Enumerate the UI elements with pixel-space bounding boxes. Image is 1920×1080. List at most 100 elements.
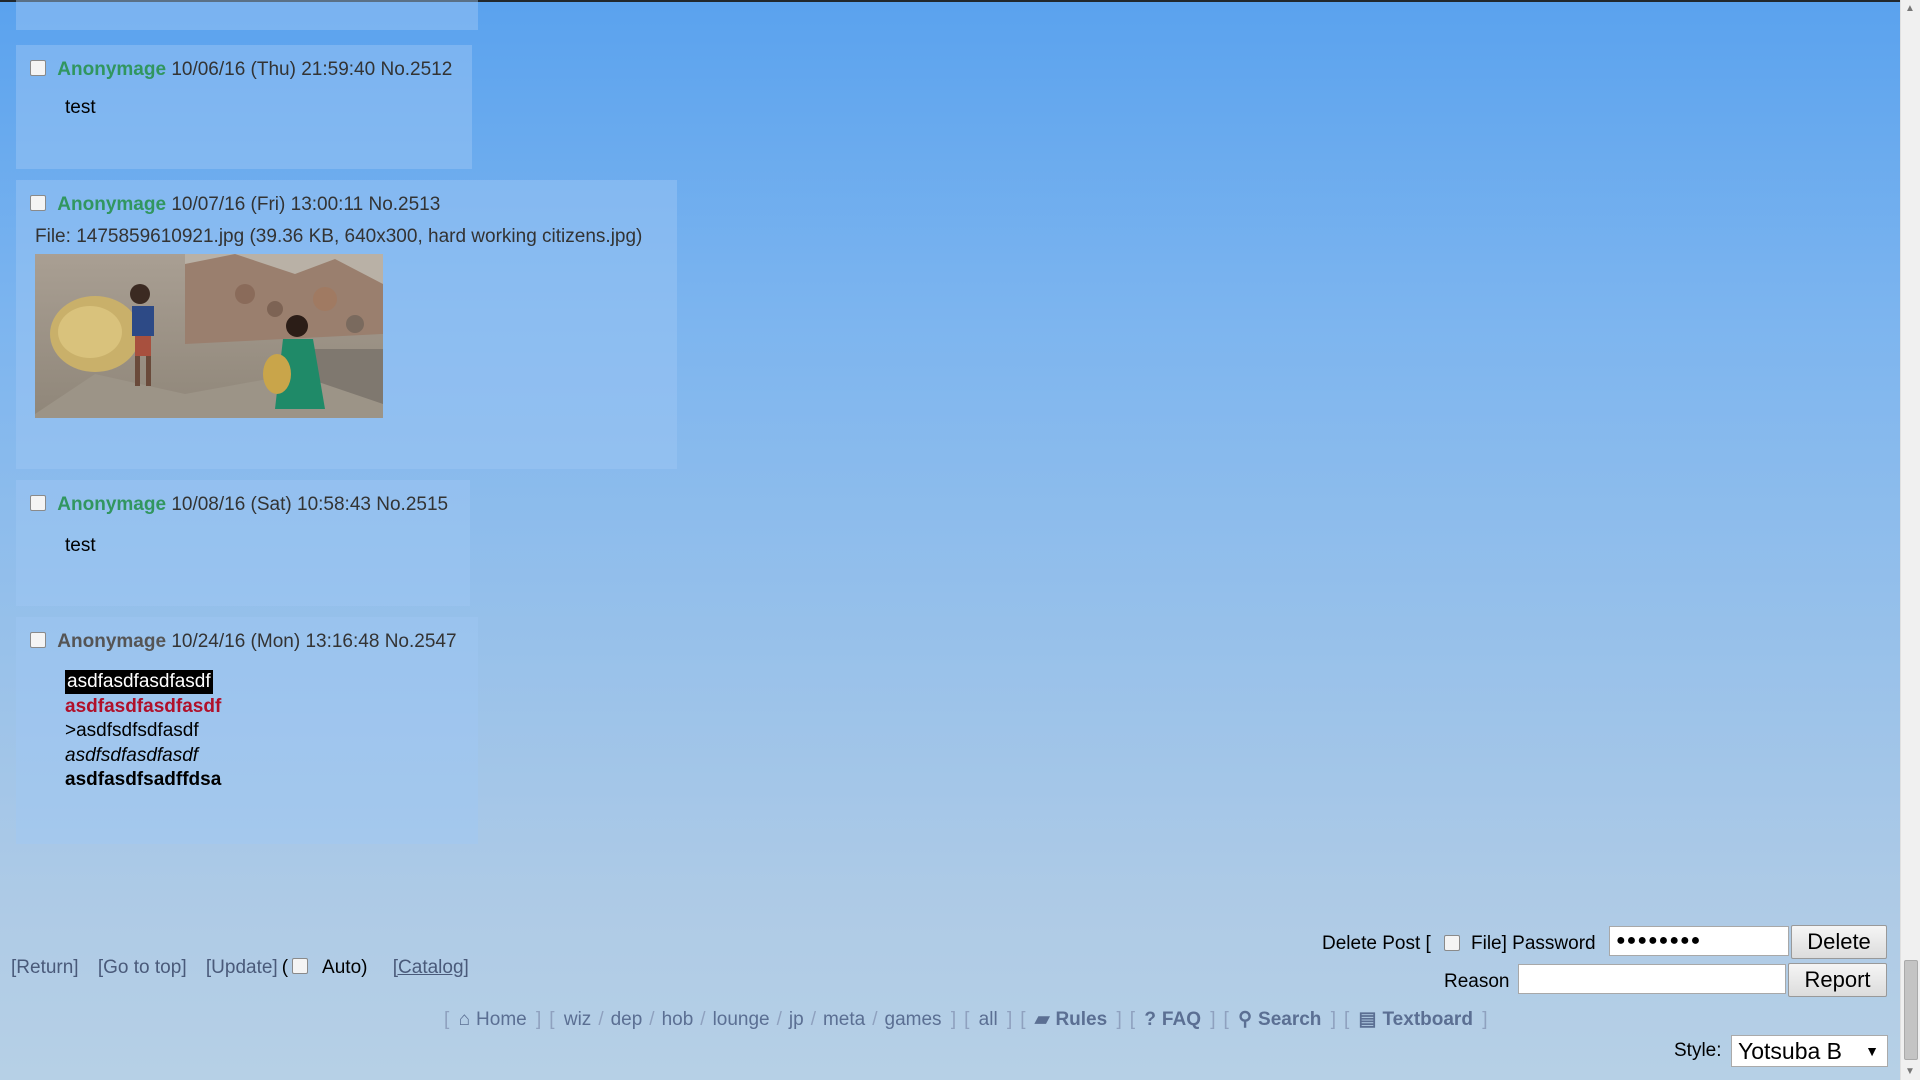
post-number-link[interactable]: No.2512	[380, 59, 452, 80]
post-body: test	[65, 97, 96, 118]
book-icon: ▰	[1034, 1009, 1050, 1030]
separator: /	[598, 1009, 604, 1030]
post-select-checkbox[interactable]	[30, 495, 46, 511]
bracket: [	[1020, 1009, 1026, 1030]
bracket: [	[1223, 1009, 1229, 1030]
italic-text-line: asdfsdfasdfasdf	[65, 744, 199, 766]
style-select[interactable]: Yotsuba B ▼	[1731, 1035, 1888, 1067]
board-link-games[interactable]: games	[885, 1009, 942, 1030]
reason-input[interactable]	[1518, 964, 1786, 994]
file-name-link[interactable]: 1475859610921.jpg	[76, 226, 244, 247]
poster-name: Anonymage	[57, 631, 167, 652]
greentext-line: >asdfsdfsdfasdf	[65, 720, 199, 741]
question-icon: ?	[1144, 1009, 1156, 1030]
post-body: asdfasdfasdfasdf asdfasdfasdfasdf >asdfs…	[65, 670, 221, 793]
separator: /	[649, 1009, 655, 1030]
delete-button[interactable]: Delete	[1791, 925, 1887, 959]
style-select-value: Yotsuba B	[1738, 1038, 1843, 1064]
bracket: [	[444, 1009, 450, 1030]
file-meta: (39.36 KB, 640x300, hard working citizen…	[249, 226, 643, 247]
chevron-down-icon: ▼	[1865, 1043, 1879, 1059]
rules-link[interactable]: Rules	[1055, 1009, 1107, 1030]
board-link-jp[interactable]: jp	[789, 1009, 804, 1030]
file-only-checkbox[interactable]	[1444, 935, 1460, 951]
post-header: Anonymage 10/08/16 (Sat) 10:58:43 No.251…	[30, 494, 448, 516]
spoiler-text[interactable]: asdfasdfasdfasdf	[65, 670, 213, 694]
password-input[interactable]: ●●●●●●●●	[1609, 926, 1789, 956]
bracket: ]	[950, 1009, 957, 1030]
bracket: ]	[1482, 1009, 1488, 1030]
delete-post-label: Delete Post [	[1322, 933, 1431, 954]
bracket: [	[1129, 1009, 1136, 1030]
post-datetime: 10/07/16 (Fri) 13:00:11	[171, 194, 364, 215]
textboard-link[interactable]: Textboard	[1382, 1009, 1472, 1030]
post-number-link[interactable]: No.2513	[368, 194, 440, 215]
previous-post-tail	[16, 0, 478, 30]
board-navigation: [ ⌂ Home ] [ wiz / dep / hob / lounge / jp / meta / ga…	[440, 1008, 1491, 1031]
report-button[interactable]: Report	[1788, 963, 1887, 997]
go-to-top-link[interactable]: [Go to top]	[98, 957, 187, 978]
document-icon: ▤	[1358, 1009, 1377, 1030]
post-number-link[interactable]: No.2547	[385, 631, 457, 652]
post-header: Anonymage 10/07/16 (Fri) 13:00:11 No.251…	[30, 194, 440, 216]
faq-link[interactable]: FAQ	[1162, 1009, 1201, 1030]
scrollbar-thumb[interactable]	[1904, 960, 1918, 1060]
separator: /	[810, 1009, 816, 1030]
post-body: test	[65, 535, 96, 556]
photo-children-carrying-sacks	[35, 254, 383, 418]
password-label: File] Password	[1471, 933, 1596, 954]
post-2512: Anonymage 10/06/16 (Thu) 21:59:40 No.251…	[16, 45, 472, 169]
board-link-all[interactable]: all	[979, 1009, 998, 1030]
auto-paren: (	[281, 957, 289, 978]
post-image-thumbnail[interactable]	[35, 254, 383, 418]
auto-label: Auto)	[322, 957, 368, 978]
update-link[interactable]: [Update]	[206, 957, 278, 978]
bracket: [	[964, 1009, 970, 1030]
post-select-checkbox[interactable]	[30, 60, 46, 76]
post-header: Anonymage 10/24/16 (Mon) 13:16:48 No.254…	[30, 631, 457, 653]
post-header: Anonymage 10/06/16 (Thu) 21:59:40 No.251…	[30, 59, 452, 81]
catalog-link[interactable]: [Catalog]	[393, 957, 469, 978]
poster-name: Anonymage	[57, 59, 167, 80]
post-datetime: 10/06/16 (Thu) 21:59:40	[171, 59, 376, 80]
poster-name: Anonymage	[57, 494, 167, 515]
page-scrollbar[interactable]: ▲ ▼	[1900, 0, 1920, 1080]
return-link[interactable]: [Return]	[11, 957, 79, 978]
post-select-checkbox[interactable]	[30, 195, 46, 211]
file-info: File: 1475859610921.jpg (39.36 KB, 640x3…	[35, 226, 642, 248]
board-link-meta[interactable]: meta	[823, 1009, 865, 1030]
bracket: [	[549, 1009, 555, 1030]
bracket: ]	[1116, 1009, 1122, 1030]
bracket: ]	[1006, 1009, 1013, 1030]
bracket: ]	[1210, 1009, 1216, 1030]
reason-label: Reason	[1444, 971, 1510, 992]
home-icon: ⌂	[458, 1009, 471, 1030]
red-text-line: asdfasdfasdfasdf	[65, 695, 222, 717]
separator: /	[776, 1009, 782, 1030]
thread-links: [Return] [Go to top] [Update]( Auto) [Cat…	[11, 957, 483, 979]
post-number-link[interactable]: No.2515	[376, 494, 448, 515]
post-select-checkbox[interactable]	[30, 632, 46, 648]
poster-name: Anonymage	[57, 194, 167, 215]
bracket: [	[1343, 1009, 1350, 1030]
file-label: File:	[35, 226, 71, 247]
post-datetime: 10/24/16 (Mon) 13:16:48	[171, 631, 380, 652]
board-link-hob[interactable]: hob	[662, 1009, 694, 1030]
auto-update-checkbox[interactable]	[292, 958, 309, 974]
board-link-dep[interactable]: dep	[611, 1009, 643, 1030]
scroll-down-arrow-icon[interactable]: ▼	[1905, 1066, 1915, 1077]
post-2547: Anonymage 10/24/16 (Mon) 13:16:48 No.254…	[16, 617, 478, 844]
separator: /	[700, 1009, 706, 1030]
post-datetime: 10/08/16 (Sat) 10:58:43	[171, 494, 371, 515]
search-link[interactable]: Search	[1258, 1009, 1321, 1030]
style-label: Style:	[1674, 1040, 1722, 1061]
board-link-lounge[interactable]: lounge	[713, 1009, 770, 1030]
post-2515: Anonymage 10/08/16 (Sat) 10:58:43 No.251…	[16, 480, 470, 606]
bracket: ]	[536, 1009, 542, 1030]
separator: /	[872, 1009, 878, 1030]
bracket: ]	[1330, 1009, 1336, 1030]
search-icon: ⚲	[1238, 1009, 1253, 1030]
home-link[interactable]: Home	[476, 1009, 527, 1030]
board-link-wiz[interactable]: wiz	[564, 1009, 591, 1030]
scroll-up-arrow-icon[interactable]: ▲	[1905, 3, 1915, 14]
